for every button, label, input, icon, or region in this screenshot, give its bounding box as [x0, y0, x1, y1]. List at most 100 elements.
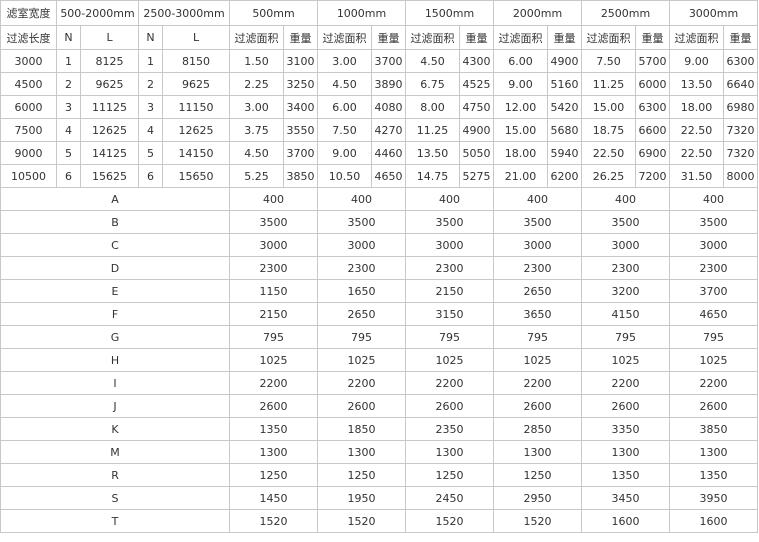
data-cell: 5420 — [547, 95, 583, 119]
dimension-label: G — [0, 325, 231, 349]
weight-header: 重量 — [283, 25, 319, 50]
data-cell: 10.50 — [317, 164, 373, 188]
weight-header: 重量 — [723, 25, 759, 50]
data-cell: 11125 — [79, 95, 140, 119]
data-cell: 4650 — [371, 164, 407, 188]
header-row-width: 滤室宽度 500-2000mm 2500-3000mm 500mm 1000mm… — [0, 0, 759, 26]
length-label-cell: 过滤长度 — [0, 25, 57, 50]
dimension-value: 1350 — [669, 463, 759, 487]
data-cell: 5.25 — [229, 164, 285, 188]
data-row: 6000 3 11125 3 11150 3.00 3400 6.00 4080 8.00 4750… — [0, 95, 759, 119]
dimension-value: 1300 — [405, 440, 495, 464]
dimension-value: 2950 — [493, 486, 583, 510]
filter-spec-table: 滤室宽度 500-2000mm 2500-3000mm 500mm 1000mm… — [0, 0, 759, 533]
dimension-value: 400 — [581, 187, 671, 211]
area-header: 过滤面积 — [405, 25, 461, 50]
data-cell: 13.50 — [669, 72, 725, 96]
area-header: 过滤面积 — [317, 25, 373, 50]
data-cell: 9000 — [0, 141, 57, 165]
width-label-cell: 滤室宽度 — [0, 0, 57, 26]
data-cell: 3 — [138, 95, 164, 119]
data-cell: 7.50 — [317, 118, 373, 142]
data-row: 9000 5 14125 5 14150 4.50 3700 9.00 4460 13.50 505… — [0, 141, 759, 165]
width-header-1000: 1000mm — [317, 0, 407, 26]
data-cell: 1.50 — [229, 49, 285, 73]
dimension-value: 3700 — [669, 279, 759, 303]
n-header: N — [56, 25, 81, 50]
data-cell: 6600 — [635, 118, 671, 142]
dimension-value: 3500 — [405, 210, 495, 234]
data-cell: 8150 — [162, 49, 231, 73]
data-cell: 6300 — [723, 49, 759, 73]
dimension-value: 2600 — [581, 394, 671, 418]
data-cell: 4460 — [371, 141, 407, 165]
data-cell: 11.25 — [581, 72, 637, 96]
data-cell: 5940 — [547, 141, 583, 165]
dimension-row: H 1025 1025 1025 1025 1025 1025 — [0, 348, 759, 372]
n-header: N — [138, 25, 164, 50]
dimension-value: 2200 — [229, 371, 319, 395]
header-row-sub: 过滤长度 N L N L 过滤面积 重量 过滤面积 重量 过滤面积 重量 过滤面… — [0, 25, 759, 50]
data-cell: 8000 — [723, 164, 759, 188]
l-header: L — [79, 25, 140, 50]
data-cell: 7320 — [723, 141, 759, 165]
dimension-value: 2300 — [493, 256, 583, 280]
dimension-label: B — [0, 210, 231, 234]
dimension-value: 2600 — [669, 394, 759, 418]
dimension-value: 400 — [229, 187, 319, 211]
dimension-label: H — [0, 348, 231, 372]
dimension-row: S 1450 1950 2450 2950 3450 3950 — [0, 486, 759, 510]
data-cell: 8125 — [79, 49, 140, 73]
weight-header: 重量 — [547, 25, 583, 50]
data-cell: 5 — [56, 141, 81, 165]
dimension-row: J 2600 2600 2600 2600 2600 2600 — [0, 394, 759, 418]
dimension-label: K — [0, 417, 231, 441]
data-cell: 7320 — [723, 118, 759, 142]
data-cell: 6 — [138, 164, 164, 188]
data-cell: 22.50 — [669, 141, 725, 165]
dimension-value: 1300 — [229, 440, 319, 464]
data-cell: 1 — [56, 49, 81, 73]
data-cell: 6300 — [635, 95, 671, 119]
data-cell: 4.50 — [229, 141, 285, 165]
area-header: 过滤面积 — [669, 25, 725, 50]
dimension-value: 2200 — [493, 371, 583, 395]
data-cell: 14.75 — [405, 164, 461, 188]
data-cell: 12625 — [162, 118, 231, 142]
data-cell: 7200 — [635, 164, 671, 188]
dimension-value: 2200 — [669, 371, 759, 395]
dimension-value: 795 — [581, 325, 671, 349]
data-cell: 26.25 — [581, 164, 637, 188]
data-cell: 3850 — [283, 164, 319, 188]
data-cell: 3700 — [371, 49, 407, 73]
dimension-value: 1300 — [669, 440, 759, 464]
dimension-value: 795 — [405, 325, 495, 349]
area-header: 过滤面积 — [229, 25, 285, 50]
dimension-row: T 1520 1520 1520 1520 1600 1600 — [0, 509, 759, 533]
dimension-value: 1300 — [317, 440, 407, 464]
dimension-value: 795 — [229, 325, 319, 349]
dimension-value: 2300 — [405, 256, 495, 280]
data-cell: 3100 — [283, 49, 319, 73]
dimension-row: G 795 795 795 795 795 795 — [0, 325, 759, 349]
dimension-value: 2200 — [405, 371, 495, 395]
data-cell: 22.50 — [669, 118, 725, 142]
dimension-value: 1025 — [405, 348, 495, 372]
data-cell: 3.00 — [229, 95, 285, 119]
dimension-value: 1520 — [317, 509, 407, 533]
data-cell: 4750 — [459, 95, 495, 119]
dimension-value: 1025 — [229, 348, 319, 372]
dimension-value: 1300 — [493, 440, 583, 464]
dimension-value: 3500 — [229, 210, 319, 234]
data-cell: 2 — [56, 72, 81, 96]
dimension-label: M — [0, 440, 231, 464]
dimension-value: 3850 — [669, 417, 759, 441]
dimension-value: 2650 — [317, 302, 407, 326]
dimension-value: 1520 — [493, 509, 583, 533]
data-cell: 22.50 — [581, 141, 637, 165]
data-cell: 6000 — [635, 72, 671, 96]
area-header: 过滤面积 — [493, 25, 549, 50]
data-cell: 4 — [56, 118, 81, 142]
dimension-row: M 1300 1300 1300 1300 1300 1300 — [0, 440, 759, 464]
dimension-label: I — [0, 371, 231, 395]
